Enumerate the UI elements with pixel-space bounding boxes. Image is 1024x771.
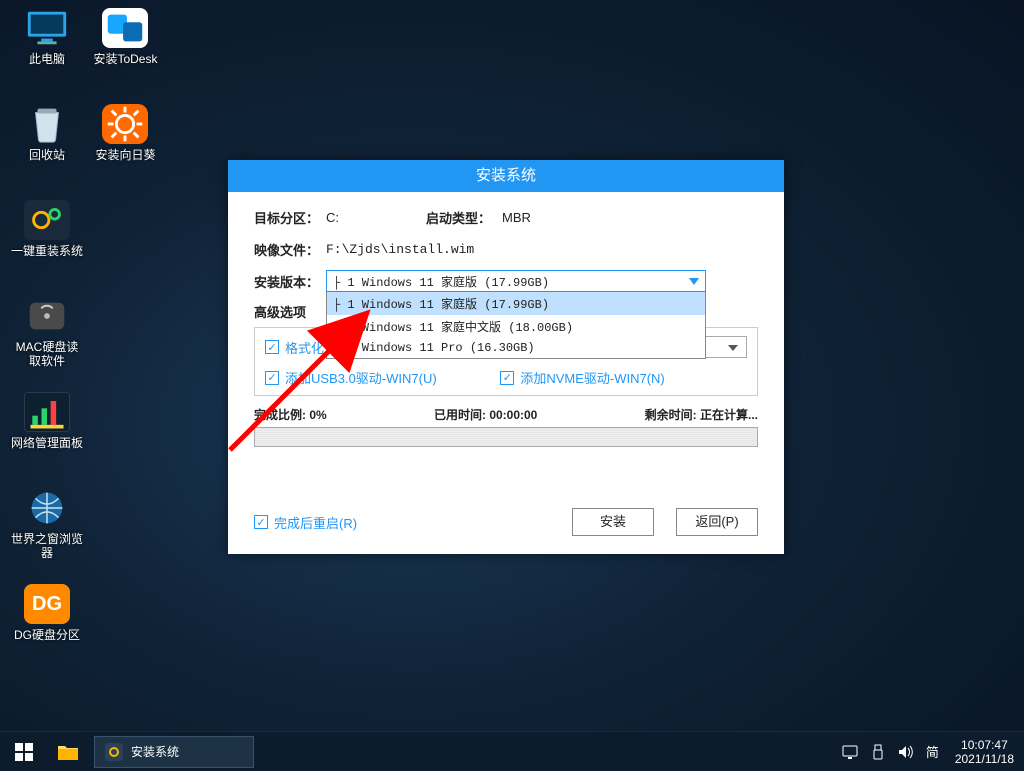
version-dropdown: ├ 1 Windows 11 家庭版 (17.99GB) ├ 2 Windows…	[326, 292, 706, 359]
version-option-2[interactable]: ├ 2 Windows 11 家庭中文版 (18.00GB)	[327, 315, 705, 338]
nvme-checkbox[interactable]: ✓ 添加NVME驱动-WIN7(N)	[500, 368, 664, 387]
version-option-3[interactable]: └ 3 Windows 11 Pro (16.30GB)	[327, 338, 705, 358]
desktop-icon-mac-disk[interactable]: MAC硬盘读 取软件	[10, 296, 84, 378]
nvme-label: 添加NVME驱动-WIN7(N)	[520, 368, 664, 387]
usb3-label: 添加USB3.0驱动-WIN7(U)	[285, 368, 437, 387]
tray-date: 2021/11/18	[955, 752, 1014, 766]
monitor-icon	[24, 8, 70, 48]
desktop-icon-reinstall[interactable]: 一键重装系统	[10, 200, 84, 282]
back-button[interactable]: 返回(P)	[676, 508, 758, 536]
desktop-label: 安装ToDesk	[88, 52, 162, 66]
desktop-label: 世界之窗浏览 器	[10, 532, 84, 560]
desktop-icon-browser[interactable]: 世界之窗浏览 器	[10, 488, 84, 570]
elapsed-value: 00:00:00	[489, 408, 537, 422]
elapsed-label: 已用时间:	[434, 408, 486, 422]
start-button[interactable]	[0, 732, 48, 771]
installer-window: 安装系统 目标分区： C: 启动类型： MBR 映像文件： F:\Zjds\in…	[228, 160, 784, 554]
desktop: 此电脑 回收站 一键重装系统 MAC硬盘读 取软件 网络管理面板	[10, 8, 162, 680]
remaining-label: 剩余时间:	[645, 408, 697, 422]
target-partition-value: C:	[326, 210, 426, 225]
desktop-label: 安装向日葵	[88, 148, 162, 162]
version-selected: ├ 1 Windows 11 家庭版 (17.99GB)	[333, 273, 549, 290]
version-select[interactable]: ├ 1 Windows 11 家庭版 (17.99GB)	[326, 270, 706, 292]
desktop-label: 一键重装系统	[10, 244, 84, 258]
chevron-down-icon	[728, 345, 738, 351]
check-icon: ✓	[265, 371, 279, 385]
remaining-value: 正在计算...	[700, 408, 758, 422]
target-partition-label: 目标分区：	[254, 208, 326, 227]
system-tray: 简 10:07:47 2021/11/18	[836, 732, 1024, 771]
usb3-checkbox[interactable]: ✓ 添加USB3.0驱动-WIN7(U)	[265, 368, 437, 387]
tray-volume-icon[interactable]	[892, 732, 920, 771]
install-button[interactable]: 安装	[572, 508, 654, 536]
tray-time: 10:07:47	[955, 738, 1014, 752]
tray-ime[interactable]: 简	[920, 742, 945, 761]
bars-icon	[24, 392, 70, 432]
image-file-label: 映像文件：	[254, 240, 326, 259]
task-label: 安装系统	[131, 743, 179, 760]
image-file-value: F:\Zjds\install.wim	[326, 242, 474, 257]
disk-icon	[24, 296, 70, 336]
taskbar-explorer[interactable]	[48, 732, 88, 771]
gears-icon	[24, 200, 70, 240]
dg-icon: DG	[24, 584, 70, 624]
globe-icon	[24, 488, 70, 528]
taskbar-task-installer[interactable]: 安装系统	[94, 736, 254, 768]
tray-usb-icon[interactable]	[864, 732, 892, 771]
sunflower-icon	[102, 104, 148, 144]
check-icon: ✓	[265, 340, 279, 354]
chevron-down-icon	[689, 278, 699, 285]
progress-label: 完成比例:	[254, 408, 306, 422]
progress-bar	[254, 427, 758, 447]
desktop-label: DG硬盘分区	[10, 628, 84, 642]
desktop-icon-network-panel[interactable]: 网络管理面板	[10, 392, 84, 474]
trash-icon	[24, 104, 70, 144]
tray-clock[interactable]: 10:07:47 2021/11/18	[945, 738, 1024, 766]
desktop-label: MAC硬盘读 取软件	[10, 340, 84, 368]
reboot-checkbox[interactable]: ✓ 完成后重启(R)	[254, 513, 357, 532]
taskbar: 安装系统 简 10:07:47 2021/11/18	[0, 731, 1024, 771]
window-title: 安装系统	[228, 160, 784, 192]
desktop-icon-recycle-bin[interactable]: 回收站	[10, 104, 84, 186]
install-version-label: 安装版本：	[254, 272, 326, 291]
check-icon: ✓	[254, 515, 268, 529]
desktop-icon-dg[interactable]: DG DG硬盘分区	[10, 584, 84, 666]
reboot-label: 完成后重启(R)	[274, 513, 357, 532]
folder-icon	[57, 743, 79, 761]
desktop-icon-sunflower[interactable]: 安装向日葵	[88, 104, 162, 186]
boot-type-value: MBR	[502, 210, 531, 225]
desktop-label: 回收站	[10, 148, 84, 162]
gear-icon	[105, 743, 123, 761]
desktop-label: 此电脑	[10, 52, 84, 66]
windows-icon	[15, 743, 33, 761]
version-option-1[interactable]: ├ 1 Windows 11 家庭版 (17.99GB)	[327, 292, 705, 315]
progress-value: 0%	[309, 408, 326, 422]
todesk-icon	[102, 8, 148, 48]
desktop-icon-todesk[interactable]: 安装ToDesk	[88, 8, 162, 90]
boot-type-label: 启动类型：	[426, 208, 502, 227]
check-icon: ✓	[500, 371, 514, 385]
desktop-label: 网络管理面板	[10, 436, 84, 450]
desktop-icon-this-pc[interactable]: 此电脑	[10, 8, 84, 90]
tray-network-icon[interactable]	[836, 732, 864, 771]
